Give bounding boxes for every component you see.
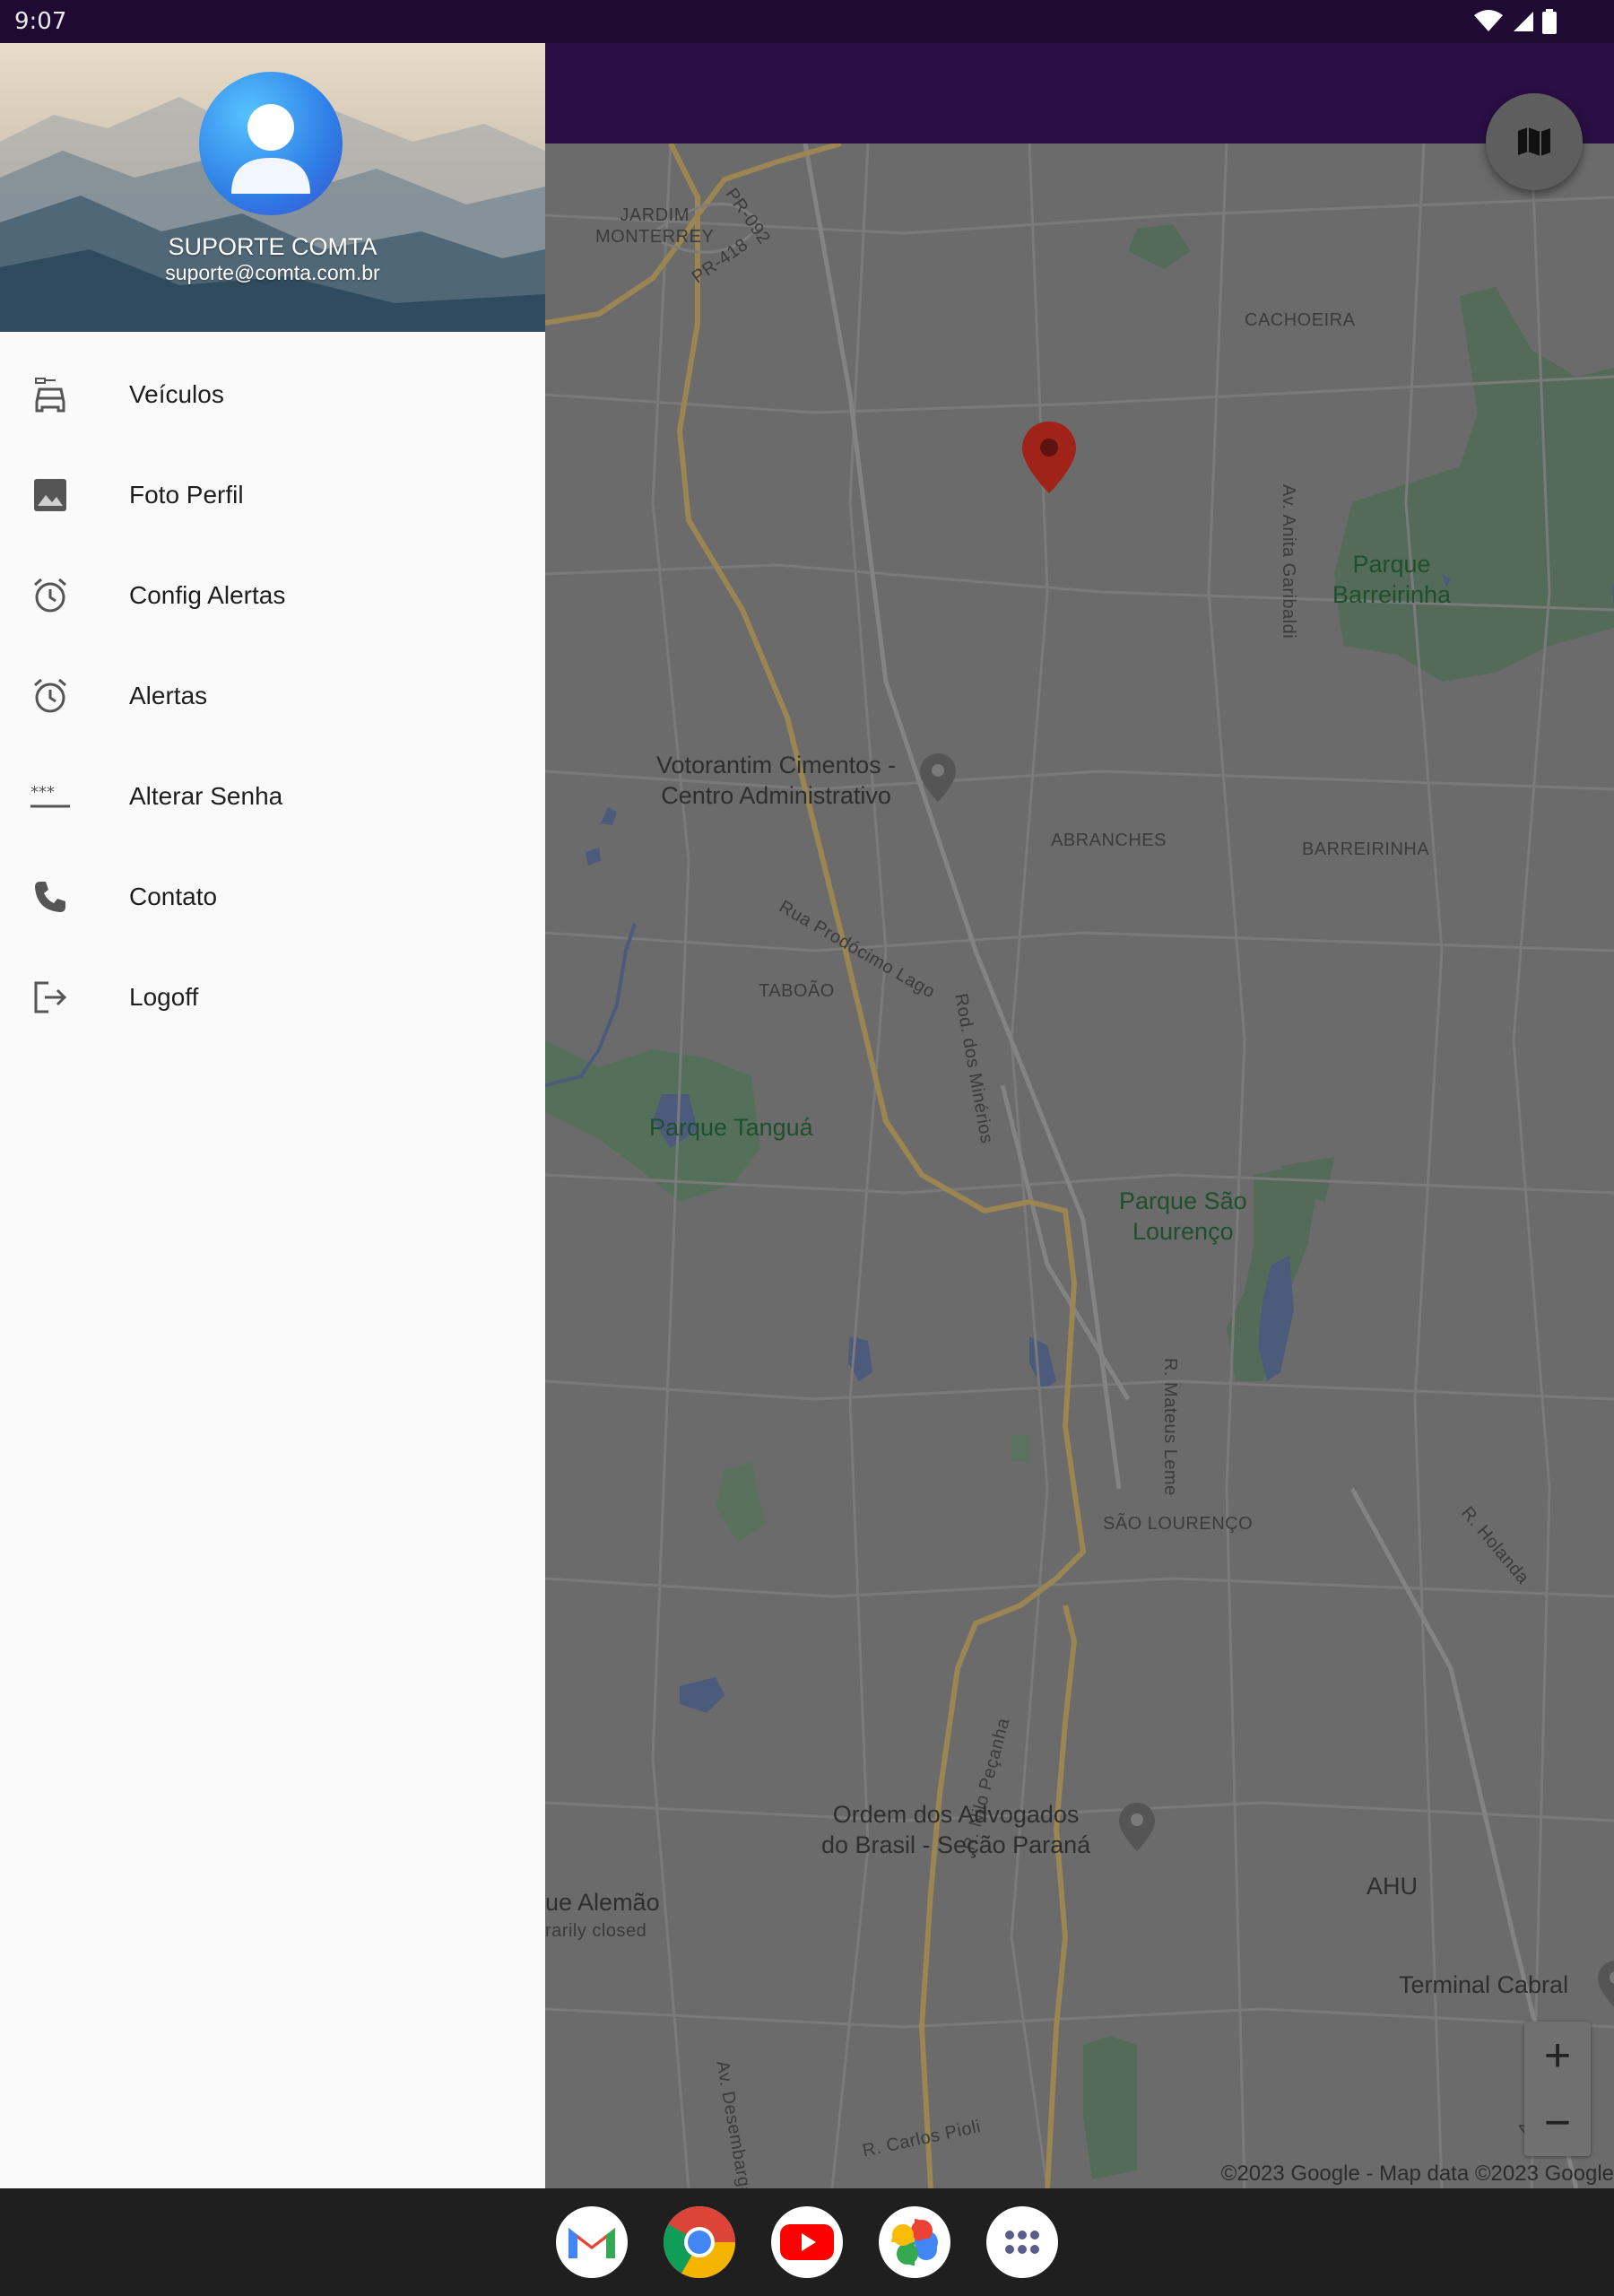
map-label-barreirinha: BARREIRINHA xyxy=(1302,839,1430,859)
user-name: SUPORTE COMTA xyxy=(168,233,377,260)
alarm-icon xyxy=(30,576,70,615)
map-label-anita-garibaldi: Av. Anita Garibaldi xyxy=(1279,484,1298,639)
user-email: suporte@comta.com.br xyxy=(165,261,380,284)
app-dock xyxy=(556,2206,1058,2278)
map-attribution: ©2023 Google - Map data ©2023 Google xyxy=(1220,2161,1614,2186)
map-icon xyxy=(1518,127,1550,156)
map-label-sao-lourenco: SÃO LOURENÇO xyxy=(1103,1514,1254,1534)
status-time: 9:07 xyxy=(14,8,67,35)
chrome-icon[interactable] xyxy=(664,2206,735,2278)
map-view[interactable]: JARDIM MONTERREY PR-092 PR-418 CACHOEIRA… xyxy=(545,144,1614,2188)
place-pin-icon[interactable] xyxy=(1596,1959,1614,2011)
map-label-oab: Ordem dos Advogados do Brasil - Seção Pa… xyxy=(821,1801,1091,1858)
avatar[interactable] xyxy=(199,72,343,215)
wifi-icon xyxy=(1474,10,1503,31)
drawer-header: SUPORTE COMTA suporte@comta.com.br xyxy=(0,43,545,332)
menu-item-label: Logoff xyxy=(129,983,199,1011)
map-label-temporarily-closed: rarily closed xyxy=(545,1921,647,1941)
map-label-parque-sao-lourenco: Parque São Lourenço xyxy=(1119,1187,1247,1245)
zoom-control: + − xyxy=(1524,2022,1591,2156)
place-pin-icon[interactable] xyxy=(1117,1801,1157,1853)
menu-item-label: Contato xyxy=(129,883,218,910)
alarm-icon xyxy=(30,676,70,716)
map-type-button[interactable] xyxy=(1486,93,1583,190)
zoom-in-button[interactable]: + xyxy=(1524,2022,1591,2089)
menu-item-label: Foto Perfil xyxy=(129,481,244,509)
drawer-menu: Veículos Foto Perfil Config Alertas Aler… xyxy=(0,344,545,1048)
app-bar xyxy=(545,43,1614,144)
car-icon xyxy=(30,375,70,414)
map-label-alemao: ue Alemão xyxy=(545,1889,660,1916)
menu-item-veiculos[interactable]: Veículos xyxy=(0,344,545,445)
map-label-jardim-monterrey: JARDIM MONTERREY xyxy=(595,205,715,247)
vehicle-location-pin-icon[interactable] xyxy=(1020,420,1078,495)
photos-icon[interactable] xyxy=(879,2206,950,2278)
menu-item-label: Alertas xyxy=(129,682,208,709)
image-icon xyxy=(30,475,70,515)
menu-item-logoff[interactable]: Logoff xyxy=(0,947,545,1048)
signal-icon xyxy=(1514,12,1533,31)
logout-icon xyxy=(30,978,70,1017)
map-canvas xyxy=(545,144,1614,2188)
menu-item-label: Alterar Senha xyxy=(129,782,283,810)
menu-item-foto-perfil[interactable]: Foto Perfil xyxy=(0,445,545,545)
map-label-ahu: AHU xyxy=(1367,1873,1419,1900)
map-label-abranches: ABRANCHES xyxy=(1051,831,1167,850)
menu-item-label: Veículos xyxy=(129,380,224,408)
status-bar: 9:07 xyxy=(0,0,1614,43)
map-label-mateus-leme: R. Mateus Leme xyxy=(1160,1358,1180,1496)
app-drawer-icon[interactable] xyxy=(986,2206,1058,2278)
person-icon xyxy=(231,104,310,194)
zoom-out-button[interactable]: − xyxy=(1524,2089,1591,2156)
battery-icon xyxy=(1542,9,1557,34)
place-pin-icon[interactable] xyxy=(918,752,958,804)
map-label-terminal-cabral: Terminal Cabral xyxy=(1399,1971,1569,1998)
status-icons xyxy=(1474,9,1557,34)
map-label-cachoeira: CACHOEIRA xyxy=(1245,310,1356,330)
menu-item-alertas[interactable]: Alertas xyxy=(0,646,545,746)
navigation-drawer: SUPORTE COMTA suporte@comta.com.br Veícu… xyxy=(0,43,545,2188)
gmail-icon[interactable] xyxy=(556,2206,628,2278)
menu-item-config-alertas[interactable]: Config Alertas xyxy=(0,545,545,646)
map-label-parque-tangua: Parque Tanguá xyxy=(649,1114,813,1141)
menu-item-contato[interactable]: Contato xyxy=(0,847,545,947)
svg-text:***: *** xyxy=(30,783,55,802)
map-label-taboao: TABOÃO xyxy=(759,981,835,1001)
password-icon: *** xyxy=(30,777,70,816)
menu-item-label: Config Alertas xyxy=(129,581,286,609)
menu-item-alterar-senha[interactable]: *** Alterar Senha xyxy=(0,746,545,847)
map-label-parque-barreirinha: Parque Barreirinha xyxy=(1332,551,1452,608)
phone-icon xyxy=(30,877,70,917)
youtube-icon[interactable] xyxy=(771,2206,843,2278)
map-label-votorantim: Votorantim Cimentos - Centro Administrat… xyxy=(656,752,897,809)
